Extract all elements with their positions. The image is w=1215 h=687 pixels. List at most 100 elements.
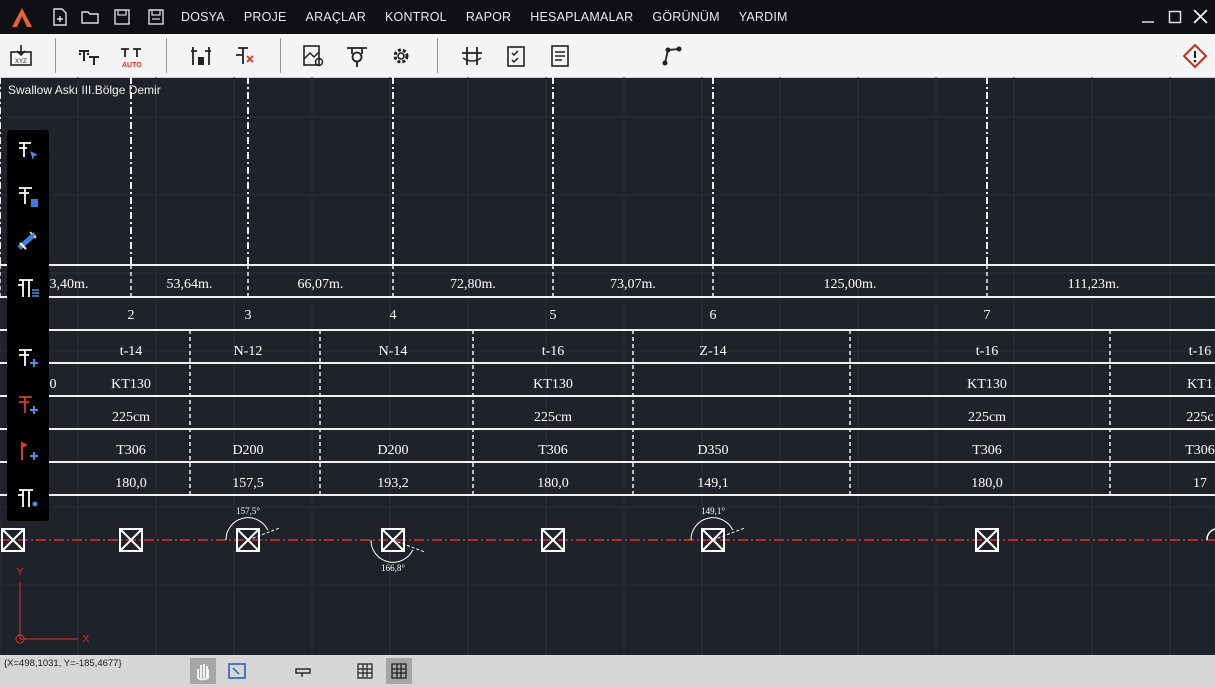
pole-angle-cell: 180,0 bbox=[537, 476, 569, 491]
svg-text:AUTO: AUTO bbox=[122, 62, 142, 69]
pole-angle-cell: 157,5 bbox=[232, 476, 264, 491]
select-pole-icon[interactable] bbox=[15, 138, 41, 164]
profile-drawing: 53,40m. 53,64m. 66,07m. 72,80m. 73,07m. 125,0… bbox=[0, 77, 1215, 655]
search-pole-icon[interactable] bbox=[344, 43, 370, 69]
menu-gorunum[interactable]: GÖRÜNÜM bbox=[652, 10, 719, 24]
drawing-canvas[interactable]: 53,40m. 53,64m. 66,07m. 72,80m. 73,07m. 125,0… bbox=[0, 77, 1215, 655]
pole-no-cell: 7 bbox=[984, 308, 991, 323]
save-as-icon[interactable] bbox=[146, 7, 166, 27]
new-file-icon[interactable] bbox=[50, 7, 70, 27]
span-length-label: 73,07m. bbox=[610, 277, 656, 292]
pole-no-cell: 2 bbox=[128, 308, 135, 323]
svg-text:XYZ: XYZ bbox=[15, 59, 27, 65]
pole-arm-cell: KT130 bbox=[111, 377, 151, 392]
pole-symbol bbox=[1206, 528, 1215, 541]
title-bar: DOSYA PROJE ARAÇLAR KONTROL RAPOR HESAPL… bbox=[0, 0, 1215, 34]
sag-tension-icon[interactable] bbox=[459, 43, 485, 69]
grid-icon[interactable] bbox=[352, 658, 378, 684]
pole-height-cell: 225cm bbox=[112, 410, 150, 425]
profile-view-icon[interactable] bbox=[300, 43, 326, 69]
span-length-label: 66,07m. bbox=[298, 277, 344, 292]
report-icon[interactable] bbox=[547, 43, 573, 69]
pole-insulator-cell: T306 bbox=[538, 443, 568, 458]
pole-config-icon[interactable] bbox=[188, 43, 214, 69]
span-length-label: 111,23m. bbox=[1068, 277, 1120, 292]
span-length-label: 53,64m. bbox=[167, 277, 213, 292]
menu-yardim[interactable]: YARDIM bbox=[739, 10, 788, 24]
left-toolbar bbox=[7, 130, 49, 521]
warning-icon[interactable] bbox=[1182, 43, 1208, 69]
menu-proje[interactable]: PROJE bbox=[244, 10, 287, 24]
ortho-icon[interactable] bbox=[290, 658, 316, 684]
pole-settings-icon[interactable] bbox=[15, 485, 41, 511]
menu-bar: DOSYA PROJE ARAÇLAR KONTROL RAPOR HESAPL… bbox=[181, 0, 807, 34]
pole-type-cell: Z-14 bbox=[699, 344, 726, 359]
app-logo-icon bbox=[12, 8, 32, 27]
pole-type-cell: t-16 bbox=[542, 344, 565, 359]
import-xyz-icon[interactable]: XYZ bbox=[8, 43, 34, 69]
save-icon[interactable] bbox=[112, 7, 132, 27]
measure-tool-icon[interactable] bbox=[15, 228, 41, 254]
pole-list-icon[interactable] bbox=[15, 275, 41, 301]
zoom-window-icon[interactable] bbox=[224, 658, 250, 684]
cursor-coordinates: {X=498,1031, Y=-185,4677} bbox=[4, 658, 122, 669]
pole-angle-cell: 149,1 bbox=[697, 476, 729, 491]
pole-insulator-cell: T306 bbox=[116, 443, 146, 458]
pole-insulator-cell: T306 bbox=[972, 443, 1002, 458]
menu-rapor[interactable]: RAPOR bbox=[466, 10, 511, 24]
pole-no-cell: 6 bbox=[710, 308, 717, 323]
pole-angle-cell: 180,0 bbox=[115, 476, 147, 491]
span-length-label: 53,40m. bbox=[43, 277, 89, 292]
pole-no-cell: 4 bbox=[390, 308, 397, 323]
pole-angle-cell: 193,2 bbox=[377, 476, 409, 491]
add-red-pole-icon[interactable] bbox=[15, 392, 41, 418]
pole-type-cell: t-14 bbox=[120, 344, 143, 359]
project-label: Swallow Askı III.Bölge Demir bbox=[8, 83, 161, 97]
pan-hand-icon[interactable] bbox=[190, 658, 216, 684]
deflection-angle-label: 166,8° bbox=[381, 563, 405, 573]
pole-insulator-cell: D200 bbox=[377, 443, 408, 458]
menu-dosya[interactable]: DOSYA bbox=[181, 10, 225, 24]
polyline-icon[interactable] bbox=[659, 43, 685, 69]
minimize-icon[interactable] bbox=[1140, 9, 1156, 25]
remove-pole-icon[interactable] bbox=[232, 43, 258, 69]
add-flag-icon[interactable] bbox=[15, 438, 41, 464]
span-tool-icon[interactable] bbox=[76, 43, 102, 69]
snap-icon[interactable] bbox=[386, 658, 412, 684]
pole-angle-cell: 180,0 bbox=[971, 476, 1003, 491]
menu-kontrol[interactable]: KONTROL bbox=[385, 10, 447, 24]
pole-height-cell: 225cm bbox=[968, 410, 1006, 425]
checklist-icon[interactable] bbox=[503, 43, 529, 69]
deflection-angle-label: 157,5° bbox=[236, 506, 260, 516]
pole-no-cell: 5 bbox=[550, 308, 557, 323]
auto-span-icon[interactable]: AUTO bbox=[118, 43, 144, 69]
pole-symbol-cross bbox=[119, 528, 143, 552]
add-pole-icon[interactable] bbox=[15, 345, 41, 371]
pole-type-cell: t-16 bbox=[1189, 344, 1212, 359]
delete-pole-icon[interactable] bbox=[15, 184, 41, 210]
pole-height-cell: 225c bbox=[1186, 410, 1213, 425]
settings-gear-icon[interactable] bbox=[388, 43, 414, 69]
pole-insulator-cell: T306 bbox=[1185, 443, 1215, 458]
status-bar: {X=498,1031, Y=-185,4677} bbox=[0, 655, 1215, 687]
pole-type-cell: t-16 bbox=[976, 344, 999, 359]
y-axis-label: Y bbox=[17, 567, 24, 578]
pole-type-cell: N-14 bbox=[379, 344, 408, 359]
main-toolbar: XYZ AUTO bbox=[0, 34, 1215, 78]
x-axis-label: X bbox=[83, 634, 90, 645]
span-length-label: 72,80m. bbox=[450, 277, 496, 292]
pole-type-cell: N-12 bbox=[234, 344, 263, 359]
menu-araclar[interactable]: ARAÇLAR bbox=[306, 10, 366, 24]
close-icon[interactable] bbox=[1192, 8, 1209, 25]
maximize-icon[interactable] bbox=[1167, 9, 1183, 25]
pole-insulator-cell: D200 bbox=[232, 443, 263, 458]
deflection-angle-label: 149,1° bbox=[701, 506, 725, 516]
pole-arm-cell: KT130 bbox=[967, 377, 1007, 392]
menu-hesaplamalar[interactable]: HESAPLAMALAR bbox=[530, 10, 633, 24]
open-folder-icon[interactable] bbox=[80, 7, 100, 27]
pole-height-cell: 225cm bbox=[534, 410, 572, 425]
span-length-label: 125,00m. bbox=[824, 277, 877, 292]
pole-angle-cell: 17 bbox=[1193, 476, 1207, 491]
pole-insulator-cell: D350 bbox=[697, 443, 728, 458]
pole-arm-cell: KT1 bbox=[1187, 377, 1213, 392]
